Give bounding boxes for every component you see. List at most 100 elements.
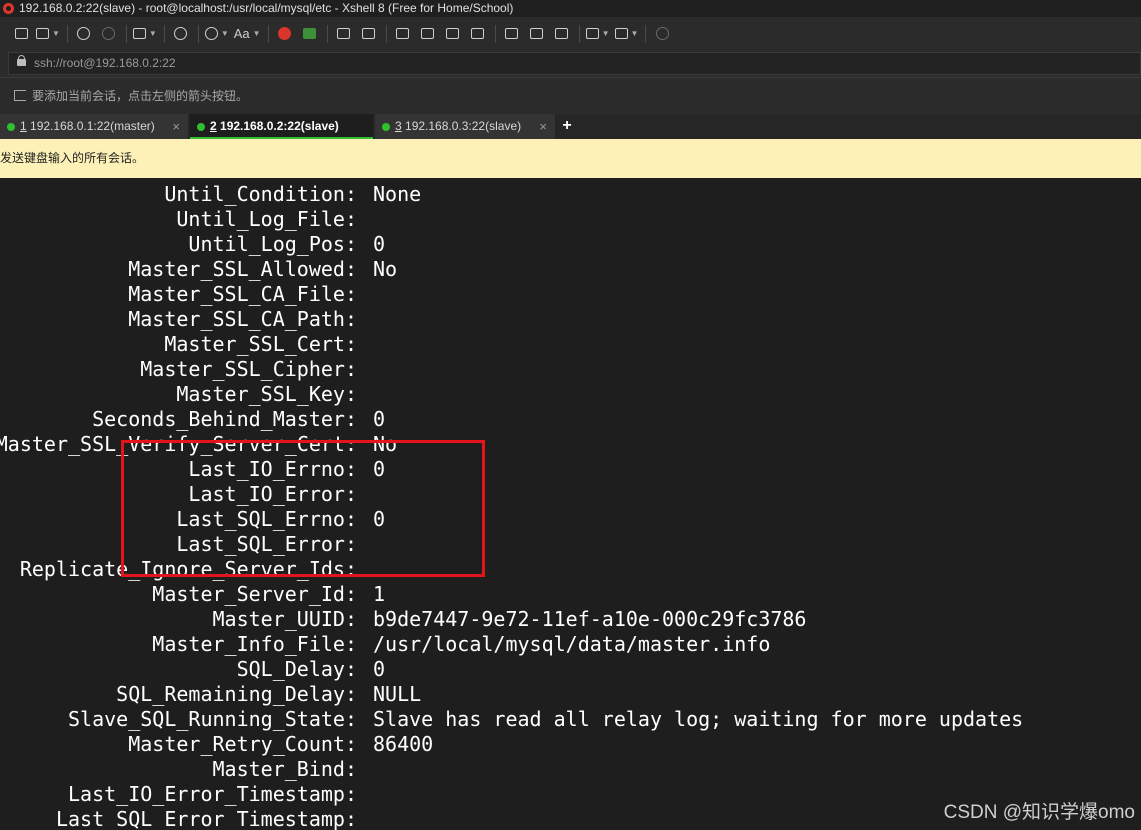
record-icon xyxy=(505,28,519,39)
terminal-field-value: No xyxy=(373,257,398,281)
tab-label: 192.168.0.3:22(slave) xyxy=(405,119,522,133)
notes-icon xyxy=(555,28,569,39)
terminal-field-value: b9de7447-9e72-11ef-a10e-000c29fc3786 xyxy=(373,607,807,631)
tab-session-2[interactable]: 2 192.168.0.2:22(slave) xyxy=(190,114,373,139)
terminal-field-value: 0 xyxy=(373,407,386,431)
terminal-line: Master_SSL_Allowed: No xyxy=(0,257,1141,282)
terminal-field-name: Master_SSL_Key: xyxy=(176,382,357,406)
transfer-button[interactable]: ▼ xyxy=(132,23,158,45)
terminal-line: Seconds_Behind_Master: 0 xyxy=(0,407,1141,432)
terminal-field-value: Slave has read all relay log; waiting fo… xyxy=(373,707,1024,731)
window-title: 192.168.0.2:22(slave) - root@localhost:/… xyxy=(19,1,514,15)
terminal-line: Master_SSL_Key: xyxy=(0,382,1141,407)
chevron-down-icon: ▼ xyxy=(52,29,60,38)
terminal-field-name: Master_Bind: xyxy=(212,757,358,781)
tab-number: 3 xyxy=(395,119,402,133)
terminal-field-name: Until_Log_Pos: xyxy=(188,232,357,256)
terminal-field-name: Master_UUID: xyxy=(212,607,358,631)
compose-button[interactable] xyxy=(417,23,439,45)
tab-session-1[interactable]: 1 192.168.0.1:22(master) × xyxy=(0,114,188,139)
address-url[interactable]: ssh://root@192.168.0.2:22 xyxy=(34,53,176,74)
toolbar: ▼ ▼ ▼ Aa ▼ ▼ ▼ xyxy=(0,17,1141,50)
chevron-down-icon: ▼ xyxy=(148,29,157,38)
xshell-logo-icon xyxy=(3,3,14,14)
new-session-button[interactable] xyxy=(10,23,32,45)
help-button[interactable] xyxy=(651,23,673,45)
terminal-field-name: Master_SSL_Allowed: xyxy=(128,257,357,281)
toolbar-divider xyxy=(494,24,496,43)
terminal-field-name: Master_Info_File: xyxy=(152,632,357,656)
new-tab-button[interactable]: ▼ xyxy=(585,23,611,45)
lock-icon xyxy=(17,55,26,66)
close-icon[interactable]: × xyxy=(539,114,547,139)
terminal-field-name: Seconds_Behind_Master: xyxy=(92,407,357,431)
tab-number: 2 xyxy=(210,119,217,133)
find-button[interactable] xyxy=(170,23,192,45)
send-button[interactable] xyxy=(442,23,464,45)
record-button[interactable] xyxy=(501,23,523,45)
terminal-line: Until_Condition: None xyxy=(0,182,1141,207)
terminal-field-name: SQL_Remaining_Delay: xyxy=(116,682,357,706)
notes-button[interactable] xyxy=(551,23,573,45)
terminal-field-name: SQL_Delay: xyxy=(236,657,357,681)
globe-icon xyxy=(204,27,218,40)
session-hint-bar: 要添加当前会话，点击左侧的箭头按钮。 xyxy=(0,77,1141,114)
chevron-down-icon: ▼ xyxy=(630,29,639,38)
connected-status-icon xyxy=(382,123,390,131)
open-session-icon xyxy=(36,28,49,39)
script-button[interactable] xyxy=(467,23,489,45)
reconnect-icon xyxy=(102,27,116,40)
disconnect-button[interactable] xyxy=(73,23,95,45)
tab-session-3[interactable]: 3 192.168.0.3:22(slave) × xyxy=(375,114,555,139)
terminal-field-name: Master_Retry_Count: xyxy=(128,732,357,756)
connected-status-icon xyxy=(197,123,205,131)
find-icon xyxy=(174,27,188,40)
layout-button[interactable]: ▼ xyxy=(614,23,640,45)
xshell-button[interactable] xyxy=(274,23,296,45)
terminal-line: Master_Info_File: /usr/local/mysql/data/m… xyxy=(0,632,1141,657)
terminal-field-value: None xyxy=(373,182,422,206)
add-tab-button[interactable]: + xyxy=(560,114,574,139)
terminal-field-name: Master_SSL_CA_Path: xyxy=(128,307,357,331)
add-session-arrow-icon[interactable] xyxy=(14,90,26,101)
terminal-field-value: /usr/local/mysql/data/master.info xyxy=(373,632,771,656)
terminal-line: Master_Retry_Count: 86400 xyxy=(0,732,1141,757)
toolbar-divider xyxy=(578,24,580,43)
terminal-line: SQL_Delay: 0 xyxy=(0,657,1141,682)
keyboard-button[interactable] xyxy=(392,23,414,45)
globe-button[interactable]: ▼ xyxy=(204,23,230,45)
chevron-down-icon: ▼ xyxy=(252,29,261,38)
tab-label: 192.168.0.2:22(slave) xyxy=(220,119,339,133)
terminal-field-name: Last_IO_Error_Timestamp: xyxy=(68,782,357,806)
toolbar-divider xyxy=(267,24,269,43)
watermark: CSDN @知识学爆omo xyxy=(943,802,1135,823)
terminal-line: Until_Log_File: xyxy=(0,207,1141,232)
toolbar-divider xyxy=(197,24,199,43)
terminal-line: Master_Bind: xyxy=(0,757,1141,782)
title-bar: 192.168.0.2:22(slave) - root@localhost:/… xyxy=(0,0,1141,17)
address-field[interactable]: ssh://root@192.168.0.2:22 xyxy=(8,52,1141,75)
terminal-line: Until_Log_Pos: 0 xyxy=(0,232,1141,257)
address-bar: ssh://root@192.168.0.2:22 xyxy=(0,50,1141,77)
send-icon xyxy=(446,28,460,39)
fullscreen-button[interactable] xyxy=(333,23,355,45)
lock-button[interactable] xyxy=(358,23,380,45)
session-hint-text: 要添加当前会话，点击左侧的箭头按钮。 xyxy=(32,89,249,103)
disconnect-icon xyxy=(77,27,91,40)
log-button[interactable] xyxy=(526,23,548,45)
terminal-line: Master_SSL_Cipher: xyxy=(0,357,1141,382)
terminal-field-name: Last_SQL_Error_Timestamp: xyxy=(55,807,357,830)
fullscreen-icon xyxy=(337,28,351,39)
layout-icon xyxy=(614,28,628,39)
xftp-button[interactable] xyxy=(299,23,321,45)
reconnect-button[interactable] xyxy=(98,23,120,45)
close-icon[interactable]: × xyxy=(172,114,180,139)
chevron-down-icon: ▼ xyxy=(220,29,229,38)
terminal-field-value: 1 xyxy=(373,582,386,606)
toolbar-divider xyxy=(645,24,647,43)
terminal-line: SQL_Remaining_Delay: NULL xyxy=(0,682,1141,707)
terminal-line: Master_SSL_CA_File: xyxy=(0,282,1141,307)
open-session-button[interactable]: ▼ xyxy=(35,23,61,45)
terminal-line: Master_SSL_CA_Path: xyxy=(0,307,1141,332)
font-button[interactable]: Aa ▼ xyxy=(233,23,262,45)
